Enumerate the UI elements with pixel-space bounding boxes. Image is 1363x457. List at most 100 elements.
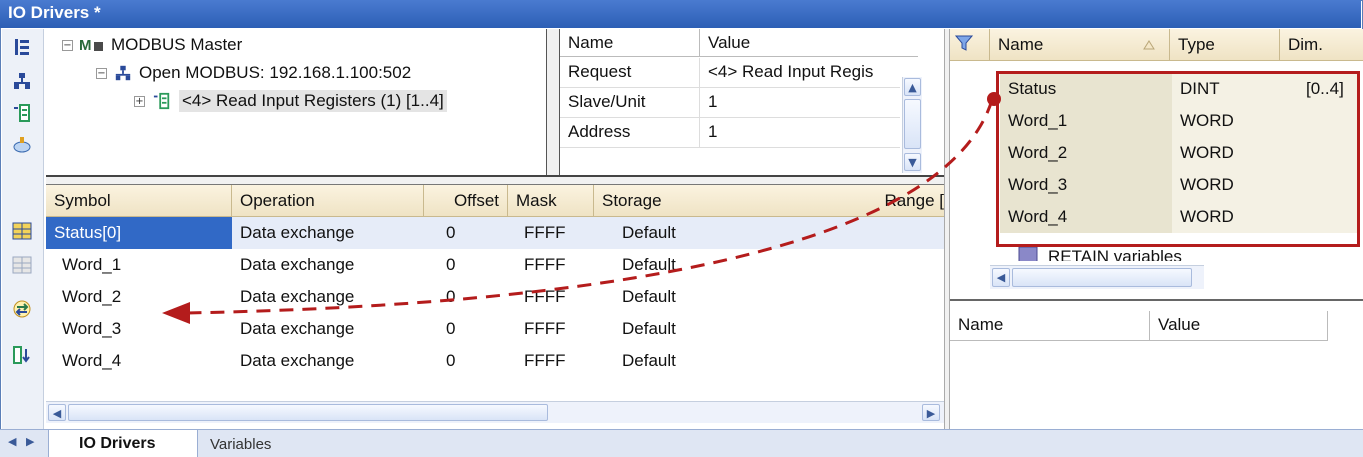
cell-mask[interactable]: FFFF [516,313,574,345]
column-header-offset[interactable]: Offset [424,185,508,217]
tree-item-label: MODBUS Master [111,35,243,54]
tree-item-read-input-registers[interactable]: + <4> Read Input Registers (1) [1..4] [134,87,447,115]
cell-offset[interactable]: 0 [438,249,463,281]
folder-icon [1018,246,1038,261]
cell-mask[interactable]: FFFF [516,249,574,281]
variables-dim-header[interactable]: Dim. [1280,29,1363,61]
properties-name-header[interactable]: Name [560,29,700,57]
left-toolbar [2,29,44,429]
cell-symbol[interactable]: Word_4 [54,345,129,377]
tab-scroll-right-icon[interactable]: ▶ [26,435,40,451]
value-panel-value-header[interactable]: Value [1150,311,1328,341]
property-value[interactable]: 1 [700,88,900,118]
property-value[interactable]: 1 [700,118,900,148]
scroll-thumb[interactable] [1012,268,1192,287]
scroll-thumb[interactable] [68,404,548,421]
cell-storage[interactable]: Default [614,313,684,345]
table-row[interactable]: Word_1 Data exchange 0 FFFF Default [46,249,944,281]
column-header-storage-label: Storage [602,191,662,210]
column-header-range[interactable]: Range [ [834,191,944,211]
value-panel-name-header[interactable]: Name [950,311,1150,341]
properties-pane: Name Value Request <4> Read Input Regis … [560,29,940,175]
column-header-operation[interactable]: Operation [232,185,424,217]
variables-horizontal-scrollbar[interactable]: ◀ [990,265,1204,289]
tree-expander[interactable]: + [134,95,145,107]
cell-storage[interactable]: Default [614,249,684,281]
property-name: Address [560,118,700,148]
scroll-down-button[interactable]: ▼ [904,153,921,171]
network-icon [115,65,131,81]
scroll-left-button[interactable]: ◀ [992,268,1010,287]
column-header-storage[interactable]: Storage Range [ [594,185,944,217]
register-icon[interactable] [12,103,32,123]
scroll-right-button[interactable]: ▶ [922,404,940,421]
table-disabled-icon[interactable] [12,255,32,275]
filter-column[interactable] [950,29,990,61]
cell-mask[interactable]: FFFF [516,345,574,377]
scroll-thumb[interactable] [904,99,921,149]
insert-below-icon[interactable] [12,345,32,365]
cell-offset[interactable]: 0 [438,281,463,313]
swap-icon[interactable] [12,299,32,319]
filter-icon[interactable] [954,33,974,53]
table-row[interactable]: Word_4 Data exchange 0 FFFF Default [46,345,944,377]
cell-offset[interactable]: 0 [438,217,463,249]
cell-operation[interactable]: Data exchange [232,217,362,249]
driver-tree: − M MODBUS Master − Open MODBUS: 192.168… [46,29,546,175]
tree-item-label: <4> Read Input Registers (1) [1..4] [179,90,447,112]
column-header-symbol[interactable]: Symbol [46,185,232,217]
grid-horizontal-scrollbar[interactable]: ◀ ▶ [46,401,944,423]
sort-ascending-icon [1143,40,1155,50]
bottom-tab-bar: ◀ ▶ IO Drivers Variables [0,429,1363,457]
column-header-mask[interactable]: Mask [508,185,594,217]
value-panel: Name Value [950,299,1363,429]
tree-view-icon[interactable] [12,37,32,57]
horizontal-splitter[interactable] [46,175,944,185]
tree-expander[interactable]: − [62,39,73,51]
cell-mask[interactable]: FFFF [516,281,574,313]
property-value[interactable]: <4> Read Input Regis [700,58,900,88]
tab-variables[interactable]: Variables [200,433,290,456]
tab-io-drivers[interactable]: IO Drivers [48,430,198,457]
property-name: Request [560,58,700,88]
cell-storage[interactable]: Default [614,281,684,313]
cell-operation[interactable]: Data exchange [232,313,362,345]
cell-mask[interactable]: FFFF [516,217,574,249]
cell-operation[interactable]: Data exchange [232,281,362,313]
cell-symbol[interactable]: Word_2 [54,281,129,313]
tree-item-modbus-master[interactable]: − M MODBUS Master [62,31,242,59]
variables-type-header[interactable]: Type [1170,29,1280,61]
tab-scroll-left-icon[interactable]: ◀ [8,435,22,451]
register-icon [153,92,170,110]
table-row[interactable]: Word_3 Data exchange 0 FFFF Default [46,313,944,345]
properties-vertical-scrollbar[interactable]: ▲ ▼ [902,77,922,173]
cell-storage[interactable]: Default [614,217,684,249]
tree-expander[interactable]: − [96,67,107,79]
modbus-master-icon: M [79,37,103,53]
cell-symbol[interactable]: Word_3 [54,313,129,345]
driver-plug-icon[interactable] [12,135,32,155]
scroll-up-button[interactable]: ▲ [904,78,921,96]
table-row[interactable]: Word_2 Data exchange 0 FFFF Default [46,281,944,313]
table-row[interactable]: Status[0] Data exchange 0 FFFF Default [46,217,944,249]
annotation-highlight-box [996,71,1360,247]
table-icon[interactable] [12,221,32,241]
network-icon[interactable] [12,71,32,91]
variables-name-header[interactable]: Name [990,29,1170,61]
cell-symbol[interactable]: Status[0] [46,217,232,249]
window-title: IO Drivers * [0,0,1361,28]
vertical-splitter[interactable] [546,29,560,175]
cell-symbol[interactable]: Word_1 [54,249,129,281]
cell-operation[interactable]: Data exchange [232,249,362,281]
properties-value-header[interactable]: Value [700,29,918,57]
cell-offset[interactable]: 0 [438,313,463,345]
cell-storage[interactable]: Default [614,345,684,377]
variables-name-header-label: Name [998,35,1044,54]
cell-operation[interactable]: Data exchange [232,345,362,377]
variables-pane: Name Type Dim. Status DINT [0..4] Word_1… [950,29,1363,299]
tree-item-open-modbus[interactable]: − Open MODBUS: 192.168.1.100:502 [96,59,411,87]
svg-text:M: M [79,37,92,53]
cell-offset[interactable]: 0 [438,345,463,377]
scroll-left-button[interactable]: ◀ [48,404,66,421]
property-name: Slave/Unit [560,88,700,118]
